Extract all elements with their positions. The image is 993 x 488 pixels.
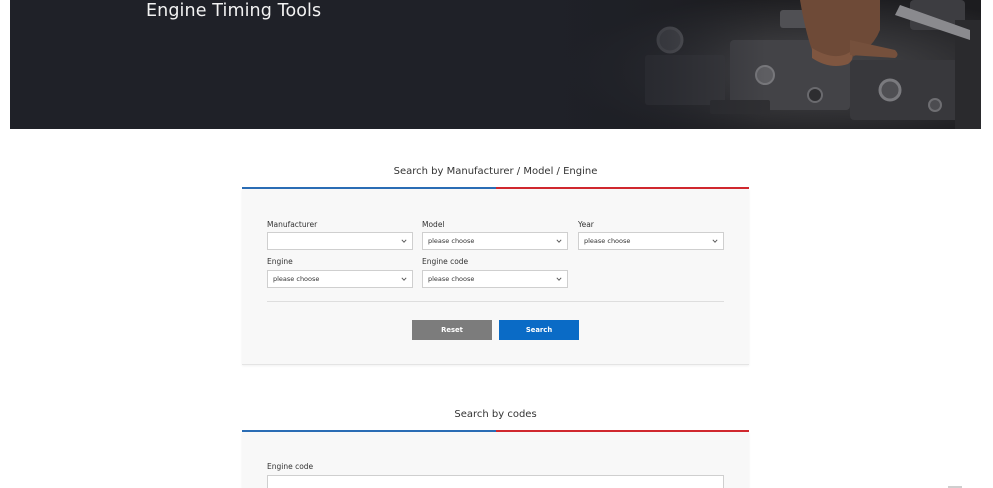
- engine-code-label: Engine code: [422, 257, 469, 266]
- manufacturer-label: Manufacturer: [267, 220, 318, 229]
- engine-label: Engine: [267, 257, 293, 266]
- year-value: please choose: [584, 237, 631, 245]
- model-label: Model: [422, 220, 445, 229]
- form-divider: [267, 301, 724, 302]
- codes-engine-code-label: Engine code: [267, 462, 314, 471]
- chevron-down-icon: [556, 277, 562, 281]
- engine-select[interactable]: please choose: [267, 270, 413, 288]
- year-label: Year: [578, 220, 594, 229]
- engine-code-value: please choose: [428, 275, 475, 283]
- reset-button[interactable]: Reset: [412, 320, 492, 340]
- section-title-vehicle: Search by Manufacturer / Model / Engine: [393, 166, 598, 177]
- model-select[interactable]: please choose: [422, 232, 568, 250]
- engine-value: please choose: [273, 275, 320, 283]
- section-title-codes: Search by codes: [454, 409, 537, 420]
- hero-banner: Engine Timing Tools: [10, 0, 981, 129]
- engine-photo: [550, 0, 981, 129]
- model-value: please choose: [428, 237, 475, 245]
- year-select[interactable]: please choose: [578, 232, 724, 250]
- page-title: Engine Timing Tools: [146, 1, 322, 21]
- chevron-down-icon: [712, 239, 718, 243]
- chevron-down-icon: [556, 239, 562, 243]
- chevron-down-icon: [401, 277, 407, 281]
- manufacturer-select[interactable]: [267, 232, 413, 250]
- engine-code-select[interactable]: please choose: [422, 270, 568, 288]
- search-button[interactable]: Search: [499, 320, 579, 340]
- chevron-down-icon: [401, 239, 407, 243]
- engine-code-input[interactable]: [267, 475, 724, 488]
